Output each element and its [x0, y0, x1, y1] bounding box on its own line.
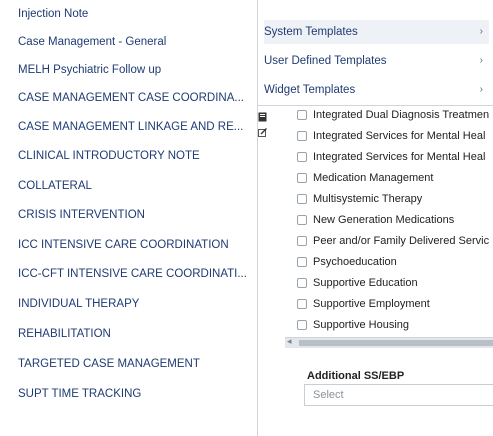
submenu-label: System Templates	[264, 26, 358, 38]
checkbox-row[interactable]: Peer and/or Family Delivered Servic	[297, 235, 493, 251]
template-type-submenu: System Templates › User Defined Template…	[258, 0, 493, 106]
checkbox-row[interactable]: Integrated Dual Diagnosis Treatmen	[297, 109, 493, 125]
template-item-cm-linkage[interactable]: CASE MANAGEMENT LINKAGE AND RE...	[18, 121, 254, 133]
checkbox-label: Supportive Education	[313, 277, 418, 290]
checkbox-row[interactable]: New Generation Medications	[297, 214, 493, 230]
checkbox-row[interactable]: Supportive Employment	[297, 298, 493, 314]
checkbox[interactable]	[297, 257, 307, 268]
template-item-crisis-intervention[interactable]: CRISIS INTERVENTION	[18, 209, 254, 221]
scroll-left-icon[interactable]: ◂	[287, 336, 292, 347]
template-item-injection-note[interactable]: Injection Note	[18, 8, 254, 20]
checkbox-label: Peer and/or Family Delivered Servic	[313, 235, 490, 248]
template-item-collateral[interactable]: COLLATERAL	[18, 180, 254, 192]
checkbox-row[interactable]: Multisystemic Therapy	[297, 193, 493, 209]
template-item-case-management-general[interactable]: Case Management - General	[18, 36, 254, 48]
checkbox[interactable]	[297, 110, 307, 121]
checkbox[interactable]	[297, 320, 307, 331]
checkbox-label: Multisystemic Therapy	[313, 193, 423, 206]
checkbox[interactable]	[297, 173, 307, 184]
chevron-right-icon: ›	[479, 55, 483, 66]
side-icons	[258, 112, 270, 144]
checkbox[interactable]	[297, 236, 307, 247]
checkbox-label: Integrated Dual Diagnosis Treatmen	[313, 109, 490, 122]
checkbox-row[interactable]: Supportive Housing	[297, 319, 493, 335]
submenu-label: User Defined Templates	[264, 55, 387, 67]
edit-icon[interactable]	[258, 128, 267, 138]
submenu-label: Widget Templates	[264, 84, 356, 96]
horizontal-scrollbar[interactable]: ◂	[285, 336, 493, 348]
checkbox[interactable]	[297, 215, 307, 226]
additional-ss-ebp-select[interactable]: Select	[304, 384, 493, 406]
submenu-system-templates[interactable]: System Templates ›	[264, 20, 489, 44]
checkbox[interactable]	[297, 299, 307, 310]
checkbox-row[interactable]: Integrated Services for Mental Heal	[297, 130, 493, 146]
checkbox-label: Supportive Housing	[313, 319, 410, 332]
template-item-supt-time-tracking[interactable]: SUPT TIME TRACKING	[18, 388, 254, 400]
template-item-melh-psychiatric[interactable]: MELH Psychiatric Follow up	[18, 64, 254, 76]
checkbox-label: Supportive Employment	[313, 298, 430, 311]
template-list: Injection Note Case Management - General…	[0, 0, 258, 436]
template-item-icc[interactable]: ICC INTENSIVE CARE COORDINATION	[18, 239, 254, 251]
document-icon[interactable]	[258, 112, 267, 122]
scroll-thumb[interactable]	[299, 340, 493, 346]
checkbox-label: New Generation Medications	[313, 214, 455, 227]
checkbox-row[interactable]: Psychoeducation	[297, 256, 493, 272]
checkbox[interactable]	[297, 131, 307, 142]
template-item-clinical-intro[interactable]: CLINICAL INTRODUCTORY NOTE	[18, 150, 254, 162]
checkbox-label: Medication Management	[313, 172, 434, 185]
chevron-right-icon: ›	[479, 84, 483, 95]
template-item-rehabilitation[interactable]: REHABILITATION	[18, 328, 254, 340]
checkbox-label: Psychoeducation	[313, 256, 397, 269]
checkbox-row[interactable]: Supportive Education	[297, 277, 493, 293]
checkbox-row[interactable]: Medication Management	[297, 172, 493, 188]
template-item-cm-case-coordination[interactable]: CASE MANAGEMENT CASE COORDINA...	[18, 92, 254, 104]
checkbox[interactable]	[297, 278, 307, 289]
template-item-icc-cft[interactable]: ICC-CFT INTENSIVE CARE COORDINATI...	[18, 268, 254, 280]
checkbox[interactable]	[297, 194, 307, 205]
template-item-individual-therapy[interactable]: INDIVIDUAL THERAPY	[18, 298, 254, 310]
chevron-right-icon: ›	[479, 26, 483, 37]
submenu-widget-templates[interactable]: Widget Templates ›	[264, 78, 489, 102]
submenu-user-defined-templates[interactable]: User Defined Templates ›	[264, 49, 489, 73]
template-item-targeted-cm[interactable]: TARGETED CASE MANAGEMENT	[18, 358, 254, 370]
checkbox-label: Integrated Services for Mental Heal	[313, 130, 486, 143]
additional-ss-ebp-label: Additional SS/EBP	[307, 370, 405, 382]
checkbox-label: Integrated Services for Mental Heal	[313, 151, 486, 164]
checkbox[interactable]	[297, 152, 307, 163]
checkbox-row[interactable]: Integrated Services for Mental Heal	[297, 151, 493, 167]
